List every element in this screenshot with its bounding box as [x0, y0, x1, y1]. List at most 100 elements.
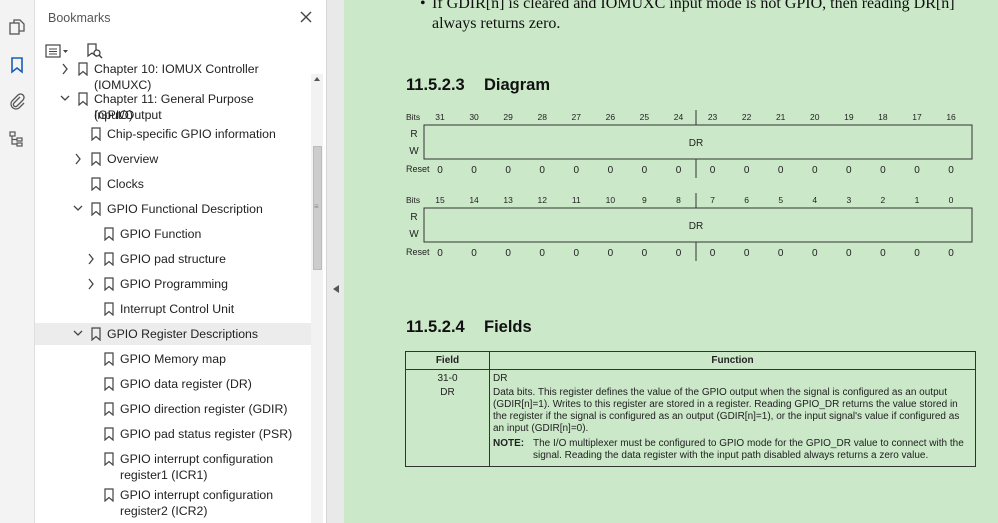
bookmark-item[interactable]: Interrupt Control Unit [35, 298, 311, 320]
bookmark-flag-icon [104, 427, 114, 441]
chevron-down-icon[interactable] [73, 203, 83, 215]
bit-number: 31 [435, 112, 445, 122]
diagram-heading: 11.5.2.3 Diagram [406, 76, 551, 94]
bit-number: 23 [708, 112, 718, 122]
bookmark-item[interactable]: Chapter 10: IOMUX Controller (IOMUXC) [35, 62, 311, 92]
register-diagram-lower: Bits 15 14 13 12 11 10 9 8 7 6 5 4 3 2 1 0RWDRReset 0 0 0 0 0… [406, 193, 973, 261]
bookmark-item[interactable]: GPIO Programming [35, 273, 311, 295]
reset-value: 0 [778, 165, 784, 176]
bookmark-item[interactable]: Overview [35, 148, 311, 170]
panel-tools [45, 40, 119, 62]
structure-icon[interactable] [6, 128, 28, 150]
collapse-panel-icon[interactable] [333, 285, 339, 293]
bookmark-flag-icon [104, 252, 114, 266]
bookmark-label: GPIO pad structure [120, 252, 226, 266]
reset-label: Reset [406, 247, 430, 257]
bit-number: 7 [710, 195, 715, 205]
reset-value: 0 [846, 165, 852, 176]
chevron-down-icon[interactable] [73, 328, 83, 340]
reset-value: 0 [573, 248, 579, 259]
bookmark-item[interactable]: GPIO Memory map [35, 348, 311, 370]
bit-number: 8 [676, 195, 681, 205]
bit-number: 10 [606, 195, 616, 205]
bookmark-item[interactable]: Clocks [35, 173, 311, 195]
panel-scrollbar[interactable] [311, 74, 323, 523]
reset-value: 0 [914, 165, 920, 176]
bit-number: 9 [642, 195, 647, 205]
find-bookmark-icon[interactable] [85, 42, 103, 60]
field-func-title: DR [489, 369, 976, 386]
reset-value: 0 [642, 248, 648, 259]
bookmark-item[interactable]: GPIO data register (DR) [35, 373, 311, 395]
close-icon[interactable] [297, 8, 315, 26]
bookmark-label: GPIO Functional Description [107, 202, 263, 216]
bookmark-label: GPIO direction register (GDIR) [120, 402, 288, 416]
bit-number: 27 [572, 112, 582, 122]
reset-value: 0 [608, 165, 614, 176]
write-label: W [409, 146, 419, 157]
bit-number: 3 [846, 195, 851, 205]
bit-number: 11 [572, 195, 581, 205]
reset-value: 0 [710, 248, 716, 259]
scroll-up-icon[interactable] [314, 77, 320, 81]
bit-number: 28 [537, 112, 547, 122]
reset-value: 0 [880, 165, 886, 176]
attachment-icon[interactable] [6, 90, 28, 112]
bookmark-flag-icon [104, 277, 114, 291]
chevron-right-icon[interactable] [86, 253, 96, 265]
bookmark-label: GPIO data register (DR) [120, 377, 252, 391]
pages-icon[interactable] [6, 16, 28, 38]
bit-number: 17 [912, 112, 922, 122]
note-text: The I/O multiplexer must be configured t… [533, 438, 964, 461]
chevron-down-icon[interactable] [60, 93, 70, 105]
bookmark-item[interactable]: GPIO interrupt configuration register1 (I… [35, 448, 311, 486]
fields-table: Field Function 31-0 DR DR Data bits. Thi… [405, 351, 976, 467]
bookmark-item[interactable]: GPIO Register Descriptions [35, 323, 311, 345]
bookmark-label: GPIO Function [120, 227, 202, 241]
bit-number: 20 [810, 112, 820, 122]
reset-value: 0 [437, 248, 443, 259]
panel-splitter[interactable] [327, 0, 344, 523]
reset-value: 0 [778, 248, 784, 259]
bookmark-flag-icon [91, 127, 101, 141]
bookmark-item[interactable]: Chapter 11: General Purpose Input/Output… [35, 88, 311, 126]
document-page: • If GDIR[n] is cleared and IOMUXC input… [344, 0, 998, 523]
bookmark-label: GPIO Programming [120, 277, 228, 291]
bookmark-item[interactable]: GPIO interrupt configuration register2 (I… [35, 484, 311, 522]
bookmark-item[interactable]: GPIO Function [35, 223, 311, 245]
bookmark-flag-icon [78, 62, 88, 76]
reset-value: 0 [676, 165, 682, 176]
options-menu-icon[interactable] [45, 43, 69, 59]
bookmark-flag-icon [91, 327, 101, 341]
bookmark-label: GPIO interrupt configuration [120, 452, 274, 466]
bit-number: 13 [503, 195, 513, 205]
reset-value: 0 [642, 165, 648, 176]
bookmark-flag-icon [104, 402, 114, 416]
write-label: W [409, 229, 419, 240]
bookmark-flag-icon [104, 302, 114, 316]
chevron-right-icon[interactable] [60, 63, 70, 75]
reset-value: 0 [846, 248, 852, 259]
bookmark-item[interactable]: Chip-specific GPIO information [35, 123, 311, 145]
bit-number: 26 [606, 112, 616, 122]
reset-value: 0 [812, 248, 818, 259]
bookmark-label: GPIO Memory map [120, 352, 226, 366]
bookmark-item[interactable]: GPIO Functional Description [35, 198, 311, 220]
bit-number: 14 [469, 195, 479, 205]
bookmark-flag-icon [104, 452, 114, 466]
chevron-right-icon[interactable] [86, 278, 96, 290]
bookmark-item[interactable]: GPIO direction register (GDIR) [35, 398, 311, 420]
chevron-right-icon[interactable] [73, 153, 83, 165]
bit-number: 4 [812, 195, 817, 205]
bookmark-flag-icon [104, 352, 114, 366]
bit-number: 25 [640, 112, 650, 122]
bookmark-label-line2: register2 (ICR2) [120, 504, 208, 518]
bookmark-flag-icon [104, 227, 114, 241]
bookmark-item[interactable]: GPIO pad status register (PSR) [35, 423, 311, 445]
reset-value: 0 [437, 165, 443, 176]
bit-number: 0 [949, 195, 954, 205]
bookmark-flag-icon [91, 202, 101, 216]
bookmark-icon[interactable] [6, 54, 28, 76]
col-function-header: Function [489, 351, 976, 370]
bookmark-item[interactable]: GPIO pad structure [35, 248, 311, 270]
